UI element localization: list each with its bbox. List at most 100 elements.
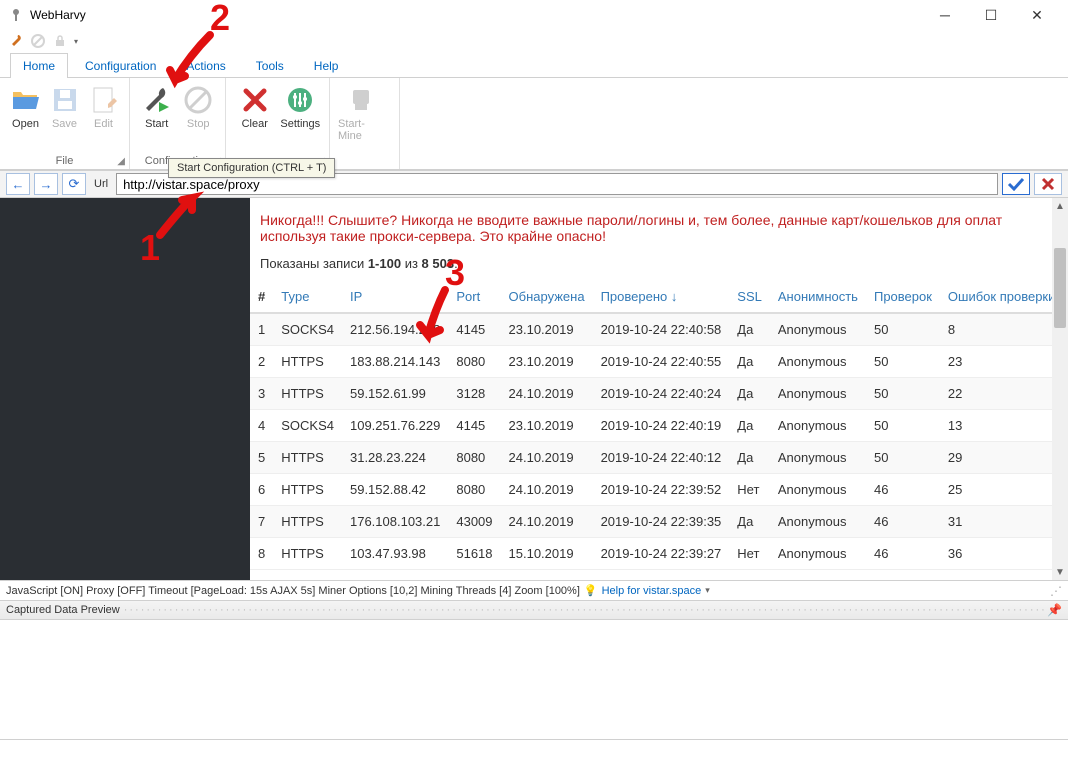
minimize-button[interactable]: ─ (922, 0, 968, 30)
table-cell: 2019-10-24 22:39:35 (593, 506, 730, 538)
table-row[interactable]: 7HTTPS176.108.103.214300924.10.20192019-… (250, 506, 1068, 538)
table-cell: Да (729, 378, 770, 410)
content-area: Никогда!!! Слышите? Никогда не вводите в… (0, 198, 1068, 580)
scroll-up-icon[interactable]: ▲ (1052, 198, 1068, 214)
clear-label: Clear (242, 118, 268, 130)
table-cell: 24.10.2019 (501, 442, 593, 474)
table-cell: 176.108.103.21 (342, 506, 448, 538)
go-button[interactable] (1002, 173, 1030, 195)
tab-help[interactable]: Help (301, 53, 352, 78)
clear-x-icon (239, 84, 271, 116)
table-cell: 25 (940, 474, 1063, 506)
table-row[interactable]: 5HTTPS31.28.23.224808024.10.20192019-10-… (250, 442, 1068, 474)
stop-icon[interactable] (30, 33, 46, 49)
table-cell: Да (729, 410, 770, 442)
mine-icon (345, 84, 377, 116)
table-cell: 2 (250, 346, 273, 378)
table-cell: 5 (250, 442, 273, 474)
status-help-link[interactable]: Help for vistar.space (602, 585, 702, 597)
captured-preview-label: Captured Data Preview (6, 604, 120, 616)
settings-button[interactable]: Settings (278, 82, 324, 132)
col-header[interactable]: Обнаружена (501, 281, 593, 313)
cancel-button[interactable] (1034, 173, 1062, 195)
resize-grip-icon[interactable]: ⋰ (1050, 584, 1062, 598)
col-header[interactable]: Type (273, 281, 342, 313)
table-cell: 109.251.76.229 (342, 410, 448, 442)
scroll-thumb[interactable] (1054, 248, 1066, 328)
clear-button[interactable]: Clear (232, 82, 278, 132)
table-cell: 183.88.214.143 (342, 346, 448, 378)
forward-button[interactable]: → (34, 173, 58, 195)
table-cell: 15.10.2019 (501, 538, 593, 570)
quick-access-toolbar: ▾ (0, 30, 1068, 52)
table-row[interactable]: 1SOCKS4212.56.194.238414523.10.20192019-… (250, 313, 1068, 346)
vertical-scrollbar[interactable]: ▲ ▼ (1052, 198, 1068, 580)
table-cell: HTTPS (273, 442, 342, 474)
showing-range: 1-100 (368, 256, 401, 271)
tab-home[interactable]: Home (10, 53, 68, 78)
table-cell: 24.10.2019 (501, 474, 593, 506)
table-cell: 8080 (448, 442, 500, 474)
table-cell: 46 (866, 474, 940, 506)
dialog-launcher-icon[interactable]: ◢ (117, 156, 125, 167)
tab-tools[interactable]: Tools (243, 53, 297, 78)
start-mine-button[interactable]: Start-Mine (336, 82, 386, 144)
back-button[interactable]: ← (6, 173, 30, 195)
url-bar: ← → ⟳ Url (0, 170, 1068, 198)
col-header[interactable]: IP (342, 281, 448, 313)
col-header[interactable]: SSL (729, 281, 770, 313)
pin-icon[interactable]: 📌 (1047, 603, 1062, 617)
table-cell: 6 (250, 474, 273, 506)
table-cell: Anonymous (770, 378, 866, 410)
table-cell: Anonymous (770, 346, 866, 378)
edit-button[interactable]: Edit (84, 82, 123, 132)
table-cell: Anonymous (770, 474, 866, 506)
tab-configuration[interactable]: Configuration (72, 53, 169, 78)
maximize-button[interactable]: ☐ (968, 0, 1014, 30)
wrench-icon[interactable] (8, 33, 24, 49)
ribbon-tabs: Home Configuration Actions Tools Help (0, 52, 1068, 78)
qat-dropdown-icon[interactable]: ▾ (74, 37, 78, 46)
close-button[interactable]: ✕ (1014, 0, 1060, 30)
save-button[interactable]: Save (45, 82, 84, 132)
table-row[interactable]: 6HTTPS59.152.88.42808024.10.20192019-10-… (250, 474, 1068, 506)
table-row[interactable]: 8HTTPS103.47.93.985161815.10.20192019-10… (250, 538, 1068, 570)
status-dropdown-icon[interactable]: ▾ (705, 585, 710, 596)
table-cell: 4145 (448, 313, 500, 346)
table-cell: 24.10.2019 (501, 378, 593, 410)
col-header[interactable]: # (250, 281, 273, 313)
table-cell: 3 (250, 378, 273, 410)
col-header[interactable]: Проверено ↓ (593, 281, 730, 313)
table-row[interactable]: 3HTTPS59.152.61.99312824.10.20192019-10-… (250, 378, 1068, 410)
table-cell: 59.152.61.99 (342, 378, 448, 410)
warning-text: Никогда!!! Слышите? Никогда не вводите в… (250, 198, 1068, 250)
table-cell: 7 (250, 506, 273, 538)
table-cell: 23.10.2019 (501, 346, 593, 378)
stop-button[interactable]: Stop (178, 82, 220, 132)
scroll-down-icon[interactable]: ▼ (1052, 564, 1068, 580)
col-header[interactable]: Ошибок проверки (940, 281, 1063, 313)
table-cell: 31 (940, 506, 1063, 538)
table-cell: Anonymous (770, 538, 866, 570)
table-cell: 24.10.2019 (501, 506, 593, 538)
header-dots: ········································… (124, 604, 1047, 616)
table-cell: 8 (250, 538, 273, 570)
bulb-icon: 💡 (584, 584, 598, 597)
start-tooltip: Start Configuration (CTRL + T) (168, 158, 335, 178)
open-button[interactable]: Open (6, 82, 45, 132)
url-label: Url (94, 178, 108, 190)
window-title: WebHarvy (30, 8, 922, 22)
col-header[interactable]: Проверок (866, 281, 940, 313)
table-cell: 50 (866, 378, 940, 410)
table-row[interactable]: 4SOCKS4109.251.76.229414523.10.20192019-… (250, 410, 1068, 442)
col-header[interactable]: Анонимность (770, 281, 866, 313)
start-button[interactable]: Start (136, 82, 178, 132)
table-cell: HTTPS (273, 506, 342, 538)
reload-button[interactable]: ⟳ (62, 173, 86, 195)
table-cell: 46 (866, 506, 940, 538)
col-header[interactable]: Port (448, 281, 500, 313)
captured-preview-header: Captured Data Preview ··················… (0, 600, 1068, 620)
table-row[interactable]: 2HTTPS183.88.214.143808023.10.20192019-1… (250, 346, 1068, 378)
tab-actions[interactable]: Actions (173, 53, 238, 78)
lock-icon[interactable] (52, 33, 68, 49)
